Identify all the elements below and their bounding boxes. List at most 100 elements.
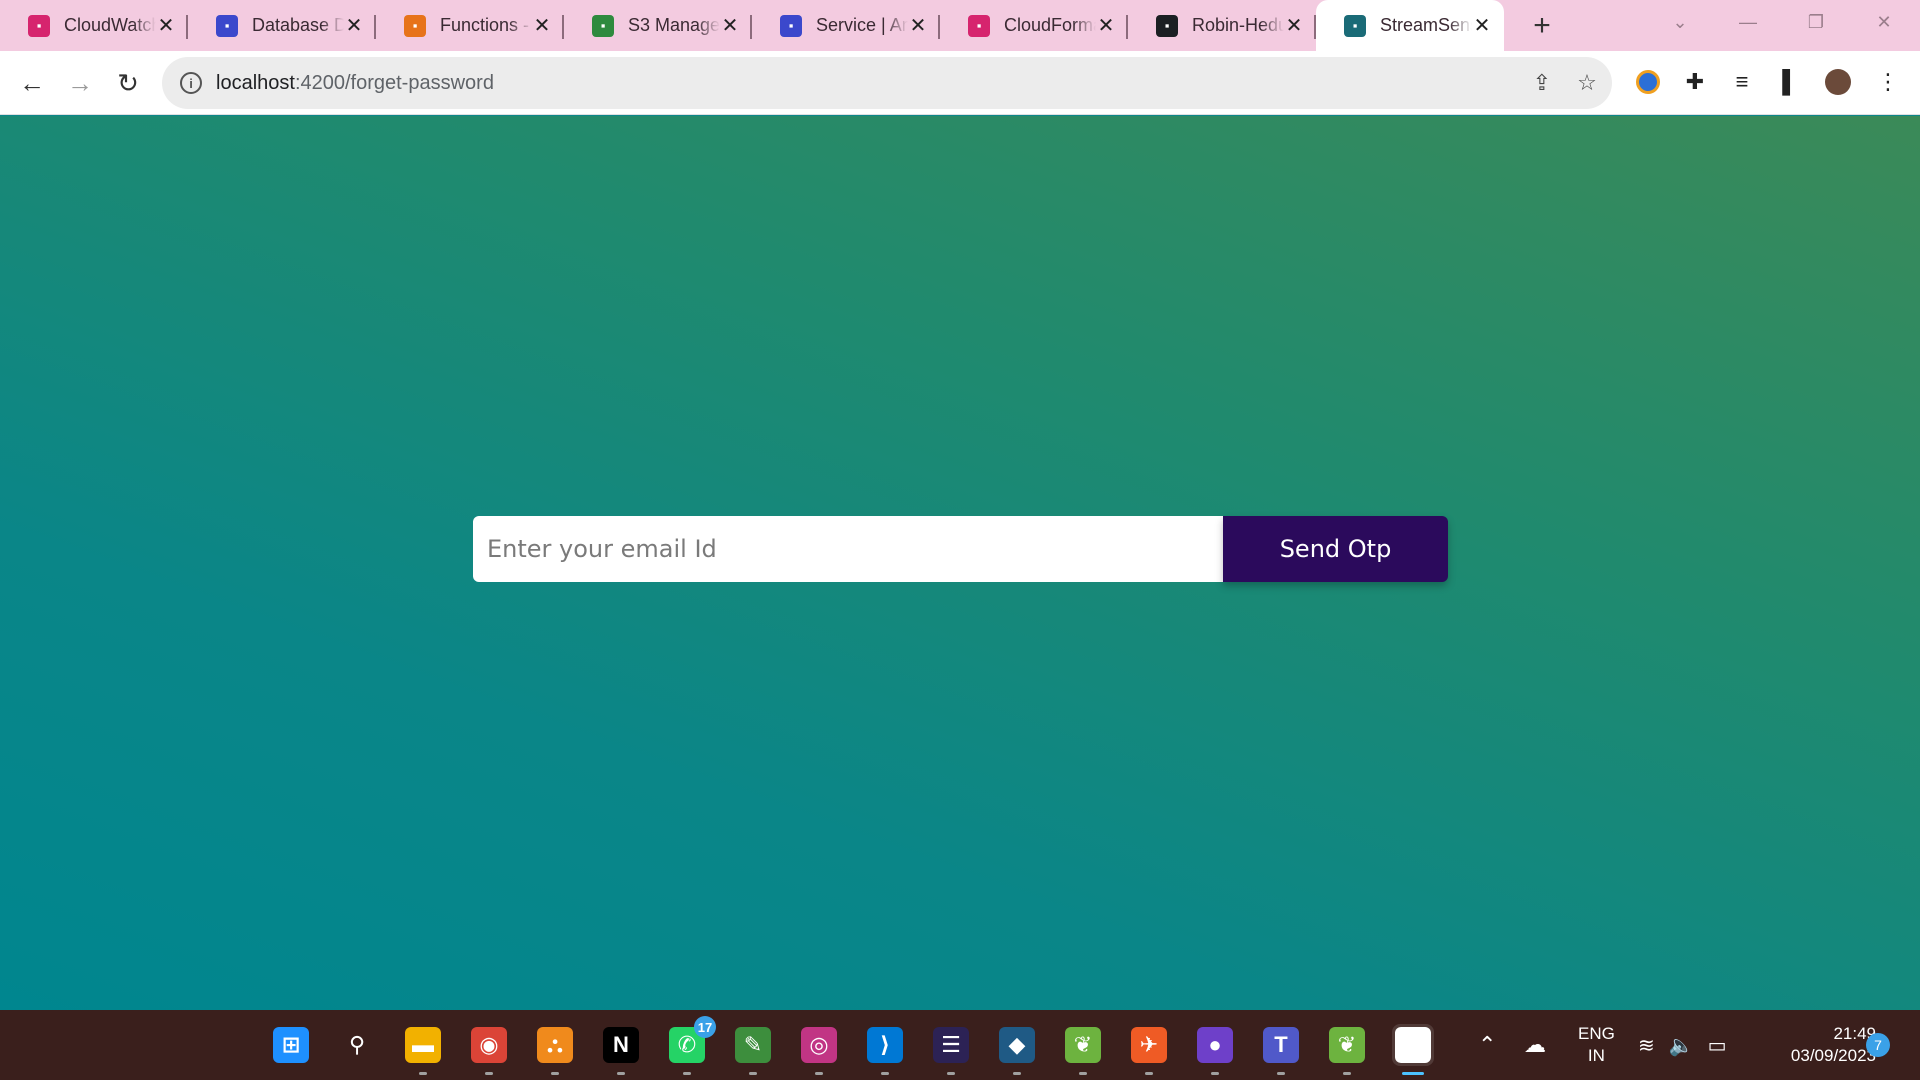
extension-icon[interactable] <box>1633 67 1663 97</box>
running-indicator <box>617 1072 625 1075</box>
postman-icon[interactable]: ✈ <box>1128 1024 1170 1075</box>
lang-region: IN <box>1587 1046 1605 1065</box>
instagram-icon-glyph: ◎ <box>801 1027 837 1063</box>
back-button[interactable]: ← <box>10 61 54 105</box>
onedrive-error-icon[interactable]: ☁ <box>1524 1010 1546 1080</box>
browser-tab[interactable]: ▪ Service | Amazon✕ <box>752 0 940 51</box>
url-host: localhost <box>216 71 295 94</box>
running-indicator <box>1079 1072 1087 1075</box>
browser-tab[interactable]: ▪ CloudFormation✕ <box>940 0 1128 51</box>
otp-form: Send Otp <box>473 516 1448 582</box>
eclipse-icon[interactable]: ☰ <box>930 1024 972 1075</box>
tab-search-icon[interactable]: ⌄ <box>1660 0 1700 44</box>
tab-close-icon[interactable]: ✕ <box>156 13 176 38</box>
language-indicator[interactable]: ENG IN <box>1578 1010 1615 1080</box>
running-indicator <box>749 1072 757 1075</box>
address-bar[interactable]: i localhost:4200/forget-password ⇪ ☆ <box>162 57 1612 109</box>
send-otp-button[interactable]: Send Otp <box>1223 516 1448 582</box>
new-tab-button[interactable]: + <box>1522 6 1562 46</box>
notification-center-button[interactable]: 7 <box>1866 1010 1890 1080</box>
running-indicator <box>1211 1072 1219 1075</box>
tab-strip: ▪CloudWatch✕▪Database Dashboard✕▪Functio… <box>0 0 1920 51</box>
running-indicator <box>485 1072 493 1075</box>
volume-icon: 🔈 <box>1668 1034 1694 1057</box>
whatsapp-icon[interactable]: ✆ 17 <box>666 1016 716 1075</box>
browser-tab[interactable]: ▪ S3 Management✕ <box>564 0 752 51</box>
show-hidden-icons-button[interactable]: ⌃ <box>1478 1010 1496 1080</box>
tab-title: CloudWatch <box>64 15 156 35</box>
profile-avatar[interactable] <box>1823 67 1853 97</box>
vscode-icon[interactable]: ⟩ <box>864 1024 906 1075</box>
wifi-icon: ≋ <box>1638 1034 1655 1057</box>
search-icon-glyph: ⚲ <box>348 1032 366 1057</box>
mysql-workbench-icon[interactable]: ◆ <box>996 1024 1038 1075</box>
running-indicator <box>1013 1072 1021 1075</box>
running-indicator <box>683 1072 691 1075</box>
running-indicator <box>551 1072 559 1075</box>
extensions-puzzle-icon[interactable]: ✚ <box>1680 67 1710 97</box>
running-indicator <box>1145 1072 1153 1075</box>
browser-tab[interactable]: ▪ Functions - Lambda✕ <box>376 0 564 51</box>
browser-tab[interactable]: ▪ Database Dashboard✕ <box>188 0 376 51</box>
netflix-icon[interactable]: N <box>600 1024 642 1075</box>
share-icon[interactable]: ⇪ <box>1527 68 1557 98</box>
email-input[interactable] <box>473 516 1223 582</box>
notification-count: 7 <box>1866 1033 1890 1057</box>
side-panel-icon[interactable]: ▌ <box>1775 67 1805 97</box>
close-window-button[interactable]: ✕ <box>1864 0 1904 44</box>
app-orange-icon-glyph: ⛬ <box>537 1027 573 1063</box>
running-indicator <box>815 1072 823 1075</box>
site-info-icon[interactable]: i <box>180 72 202 94</box>
spring-icon-glyph: ❦ <box>1065 1027 1101 1063</box>
clock[interactable]: 21:49 03/09/2023 <box>1760 1010 1876 1080</box>
restore-button[interactable]: ❐ <box>1796 0 1836 44</box>
url-path: :4200/forget-password <box>294 71 494 94</box>
tab-close-icon[interactable]: ✕ <box>1096 13 1116 38</box>
spring-tools-icon[interactable]: ❦ <box>1326 1024 1368 1075</box>
forget-password-page: Send Otp <box>0 116 1920 1010</box>
menu-kebab-icon[interactable]: ⋮ <box>1873 67 1903 97</box>
snipping-tool-icon[interactable]: ✂ <box>1392 1024 1434 1075</box>
tab-title: Service | Amazon <box>816 15 908 35</box>
media-control-icon[interactable]: ≡ <box>1727 67 1757 97</box>
github-desktop-icon[interactable]: ● <box>1194 1024 1236 1075</box>
chrome-icon-glyph: ◉ <box>471 1027 507 1063</box>
minimize-button[interactable]: — <box>1728 0 1768 44</box>
browser-tab[interactable]: ▪ Robin-Hedu ✕ <box>1128 0 1316 51</box>
lang-code: ENG <box>1578 1024 1615 1043</box>
forward-button[interactable]: → <box>58 61 102 105</box>
tab-close-icon[interactable]: ✕ <box>720 13 740 38</box>
instagram-icon[interactable]: ◎ <box>798 1024 840 1075</box>
vscode-icon-glyph: ⟩ <box>867 1027 903 1063</box>
app-orange-icon[interactable]: ⛬ <box>534 1024 576 1075</box>
tab-close-icon[interactable]: ✕ <box>1284 13 1304 38</box>
s3-icon: ▪ <box>592 14 614 37</box>
tab-close-icon[interactable]: ✕ <box>1472 13 1492 38</box>
battery-icon: ▭ <box>1707 1034 1727 1057</box>
github-desktop-icon-glyph: ● <box>1197 1027 1233 1063</box>
tab-close-icon[interactable]: ✕ <box>532 13 552 38</box>
tab-title: StreamSense <box>1380 15 1472 35</box>
notepad-icon-glyph: ✎ <box>735 1027 771 1063</box>
start-icon[interactable]: ⊞ <box>270 1024 312 1066</box>
running-indicator <box>419 1072 427 1075</box>
spring-icon[interactable]: ❦ <box>1062 1024 1104 1075</box>
running-indicator <box>1343 1072 1351 1075</box>
system-status-group[interactable]: ≋ 🔈 ▭ <box>1638 1010 1727 1080</box>
chrome-icon[interactable]: ◉ <box>468 1024 510 1075</box>
reload-button[interactable]: ↻ <box>106 61 150 105</box>
browser-tab[interactable]: ▪ StreamSense✕ <box>1316 0 1504 51</box>
url-text: localhost:4200/forget-password <box>216 72 494 95</box>
file-explorer-icon-glyph: ▬ <box>405 1027 441 1063</box>
browser-tab[interactable]: ▪ CloudWatch ✕ <box>0 0 188 51</box>
teams-icon[interactable]: T <box>1260 1024 1302 1075</box>
search-icon[interactable]: ⚲ <box>336 1024 378 1066</box>
bookmark-star-icon[interactable]: ☆ <box>1572 68 1602 98</box>
tab-close-icon[interactable]: ✕ <box>344 13 364 38</box>
running-indicator <box>947 1072 955 1075</box>
github-icon: ▪ <box>1156 14 1178 37</box>
file-explorer-icon[interactable]: ▬ <box>402 1024 444 1075</box>
notepad-icon[interactable]: ✎ <box>732 1024 774 1075</box>
lambda-icon: ▪ <box>404 14 426 37</box>
tab-close-icon[interactable]: ✕ <box>908 13 928 38</box>
